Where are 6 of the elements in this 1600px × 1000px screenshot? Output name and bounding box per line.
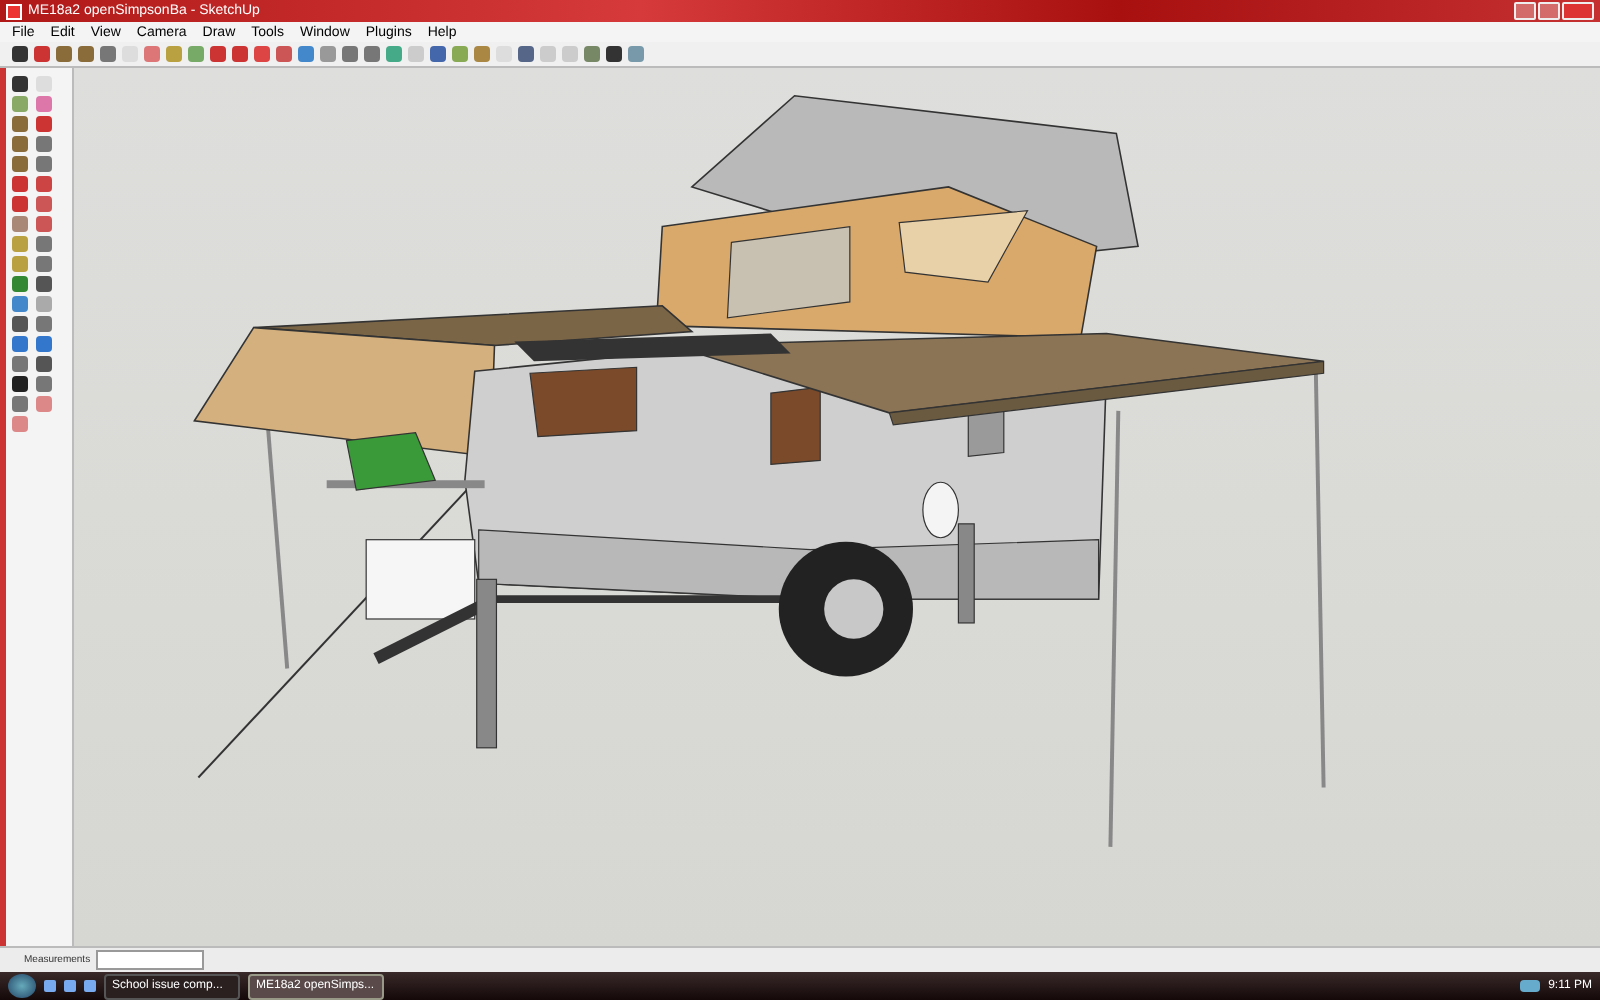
maximize-icon[interactable] [1538,2,1560,20]
minimize-icon[interactable] [1514,2,1536,20]
measurements-field[interactable] [96,950,205,970]
start-button[interactable] [8,974,36,998]
model-viewport[interactable] [74,68,1600,946]
close-icon[interactable] [1562,2,1594,20]
